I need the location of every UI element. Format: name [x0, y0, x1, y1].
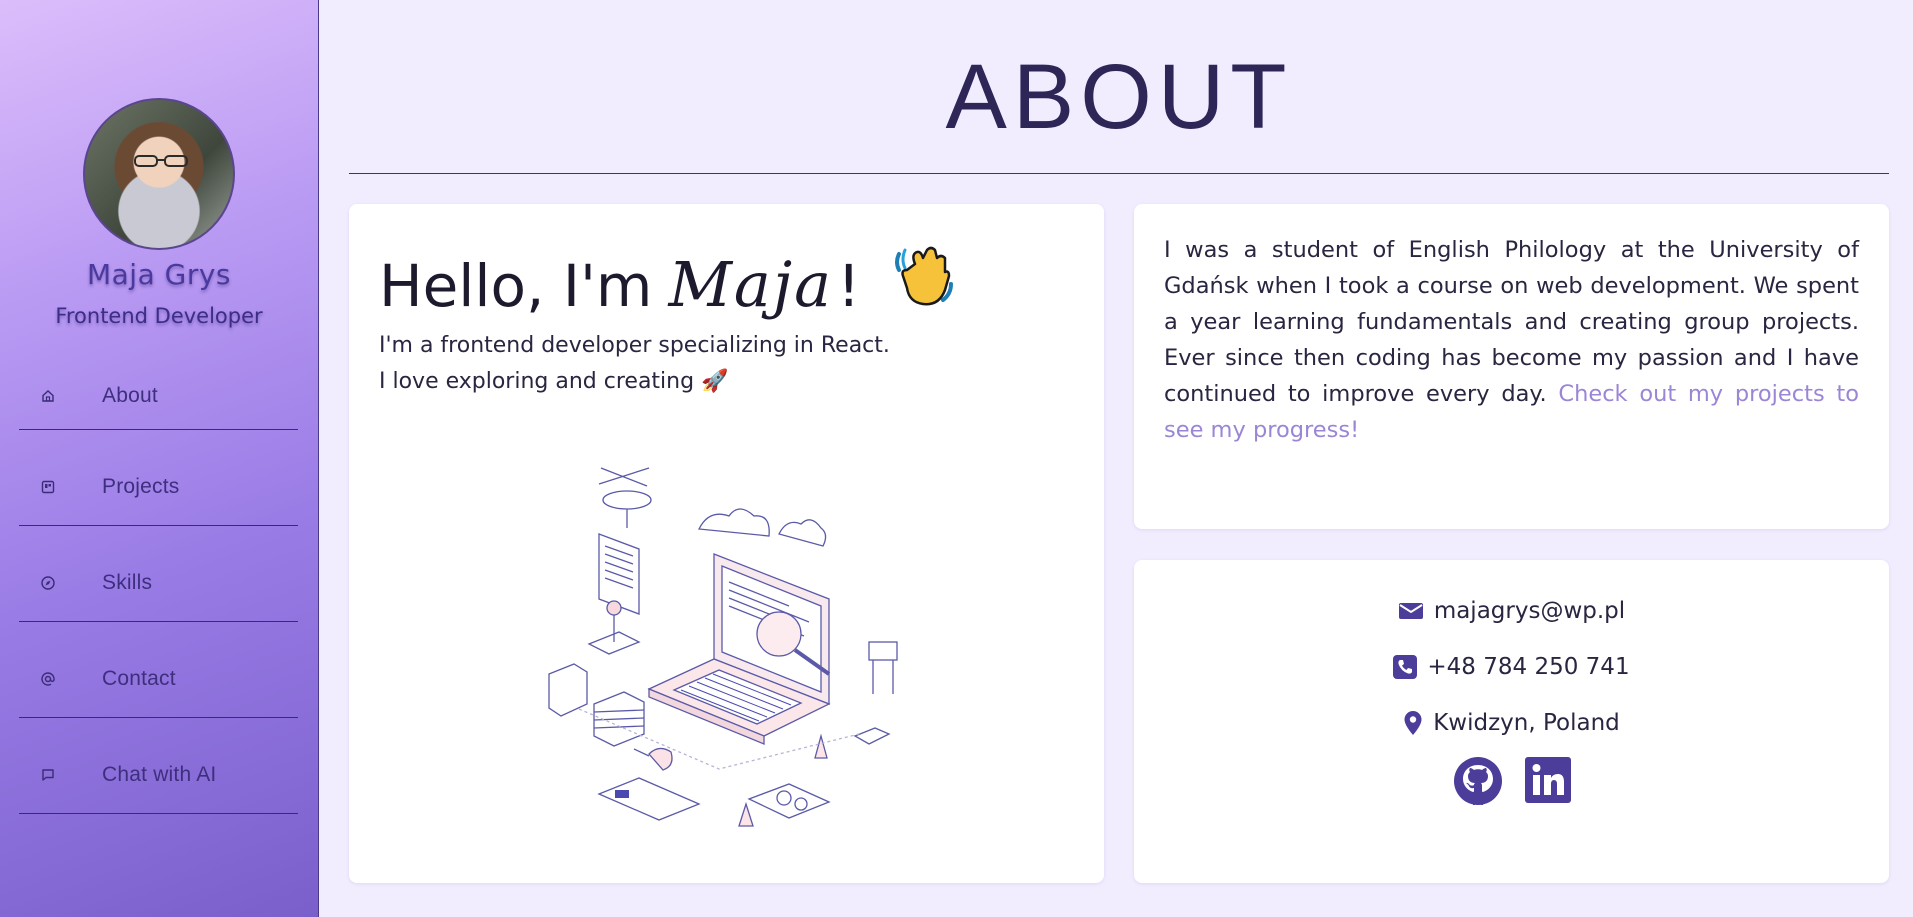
- nav-item-about[interactable]: About: [19, 362, 298, 430]
- waving-hand-icon: [893, 242, 955, 337]
- nav-item-contact[interactable]: Contact: [19, 622, 298, 718]
- email-row[interactable]: majagrys@wp.pl: [1134, 598, 1889, 624]
- phone-text: +48 784 250 741: [1427, 654, 1630, 680]
- social-links: [1134, 756, 1889, 810]
- hello-name: Maja: [668, 248, 834, 321]
- nav-item-chat[interactable]: Chat with AI: [19, 718, 298, 814]
- phone-row[interactable]: +48 784 250 741: [1134, 654, 1889, 680]
- nav-label: Projects: [102, 474, 180, 498]
- hello-heading: Hello, I'm Maja!: [379, 240, 955, 337]
- exclaim-text: !: [837, 252, 861, 320]
- intro-card: Hello, I'm Maja! I'm a frontend developer…: [349, 204, 1104, 883]
- sidebar-nav: About Projects Skills Contact Chat with …: [19, 362, 298, 814]
- home-icon: [37, 388, 59, 404]
- rocket-icon: 🚀: [701, 369, 729, 394]
- nav-label: Skills: [102, 570, 153, 594]
- location-row: Kwidzyn, Poland: [1134, 710, 1889, 736]
- developer-illustration: [548, 467, 898, 827]
- phone-icon: [1393, 655, 1418, 679]
- nav-label: Chat with AI: [102, 762, 217, 786]
- greeting-text: Hello, I'm: [379, 252, 653, 320]
- map-pin-icon: [1403, 710, 1423, 736]
- profile-name: Maja Grys: [86, 258, 232, 291]
- github-icon[interactable]: [1453, 756, 1503, 810]
- avatar: [83, 98, 235, 250]
- chat-icon: [37, 767, 59, 783]
- nav-label: About: [102, 383, 158, 407]
- location-text: Kwidzyn, Poland: [1433, 710, 1620, 736]
- envelope-icon: [1398, 600, 1424, 622]
- page-title: ABOUT: [945, 46, 1293, 148]
- intro-line-1: I'm a frontend developer specializing in…: [379, 333, 890, 358]
- linkedin-icon[interactable]: [1524, 756, 1571, 810]
- bio-text: I was a student of English Philology at …: [1164, 232, 1859, 448]
- profile-role: Frontend Developer: [55, 304, 263, 328]
- sidebar: Maja Grys Frontend Developer About Proje…: [0, 0, 319, 917]
- email-text: majagrys@wp.pl: [1433, 598, 1626, 624]
- title-divider: [349, 173, 1889, 174]
- compass-icon: [37, 575, 59, 591]
- nav-label: Contact: [102, 666, 176, 690]
- nav-item-skills[interactable]: Skills: [19, 526, 298, 622]
- nav-item-projects[interactable]: Projects: [19, 430, 298, 526]
- intro-text: I'm a frontend developer specializing in…: [379, 328, 890, 400]
- at-icon: [37, 671, 59, 687]
- projects-icon: [37, 479, 59, 495]
- bio-card: I was a student of English Philology at …: [1134, 204, 1889, 529]
- glasses-icon: [134, 155, 188, 167]
- intro-line-2: I love exploring and creating 🚀: [379, 369, 729, 394]
- contact-card: majagrys@wp.pl +48 784 250 741 Kwidzyn, …: [1134, 560, 1889, 883]
